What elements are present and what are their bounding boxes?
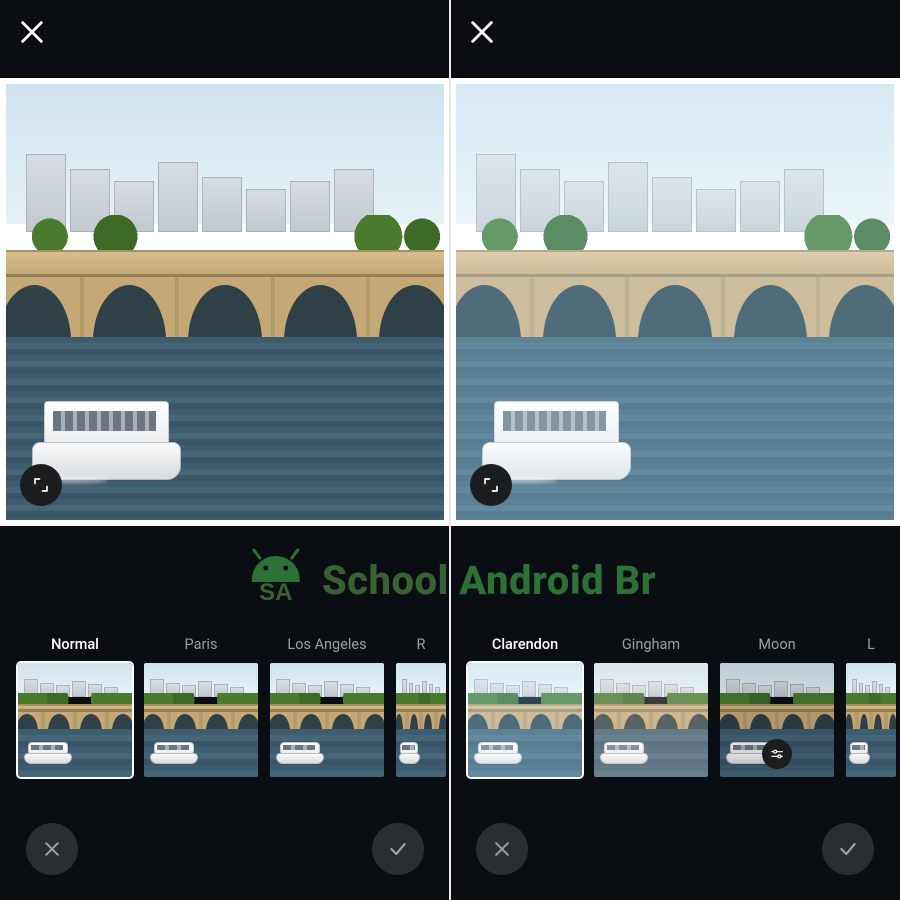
filter-label: L (846, 636, 896, 653)
filter-thumbnail (594, 663, 708, 777)
confirm-button[interactable] (372, 823, 424, 875)
filter-thumbnail (270, 663, 384, 777)
filter-option-paris[interactable]: Paris (144, 636, 258, 777)
pane-divider (449, 0, 451, 900)
filter-option-clarendon[interactable]: Clarendon (468, 636, 582, 777)
adjust-icon (762, 739, 792, 769)
filter-option-moon[interactable]: Moon (720, 636, 834, 777)
filter-option-gingham[interactable]: Gingham (594, 636, 708, 777)
filter-label: Moon (720, 636, 834, 653)
filter-option-r[interactable]: R (396, 636, 446, 777)
filter-label: Gingham (594, 636, 708, 653)
filter-label: R (396, 636, 446, 653)
close-icon (42, 839, 62, 859)
filter-thumbnail (846, 663, 896, 777)
expand-button[interactable] (20, 464, 62, 506)
filter-strip[interactable]: Normal Paris Los Angeles R (0, 636, 450, 806)
close-button[interactable] (468, 18, 496, 46)
filter-label: Normal (18, 636, 132, 653)
editor-pane-left: Normal Paris Los Angeles R (0, 0, 450, 900)
photo-preview[interactable] (6, 84, 444, 520)
filter-option-los-angeles[interactable]: Los Angeles (270, 636, 384, 777)
check-icon (838, 839, 858, 859)
bottom-actions (450, 810, 900, 900)
filter-label: Paris (144, 636, 258, 653)
filter-thumbnail (720, 663, 834, 777)
filter-option-l[interactable]: L (846, 636, 896, 777)
filter-thumbnail (396, 663, 446, 777)
filter-option-normal[interactable]: Normal (18, 636, 132, 777)
filter-thumbnail (18, 663, 132, 777)
photo-canvas (0, 78, 450, 526)
confirm-button[interactable] (822, 823, 874, 875)
filter-thumbnail (144, 663, 258, 777)
filter-label: Los Angeles (270, 636, 384, 653)
photo-canvas (450, 78, 900, 526)
bottom-actions (0, 810, 450, 900)
check-icon (388, 839, 408, 859)
filter-label: Clarendon (468, 636, 582, 653)
cancel-button[interactable] (476, 823, 528, 875)
expand-button[interactable] (470, 464, 512, 506)
close-icon (18, 18, 46, 46)
expand-icon (482, 476, 500, 494)
filter-thumbnail (468, 663, 582, 777)
photo-preview[interactable] (456, 84, 894, 520)
editor-pane-right: Clarendon Gingham Moon L (450, 0, 900, 900)
cancel-button[interactable] (26, 823, 78, 875)
close-icon (468, 18, 496, 46)
close-icon (492, 839, 512, 859)
close-button[interactable] (18, 18, 46, 46)
filter-strip[interactable]: Clarendon Gingham Moon L (450, 636, 900, 806)
expand-icon (32, 476, 50, 494)
